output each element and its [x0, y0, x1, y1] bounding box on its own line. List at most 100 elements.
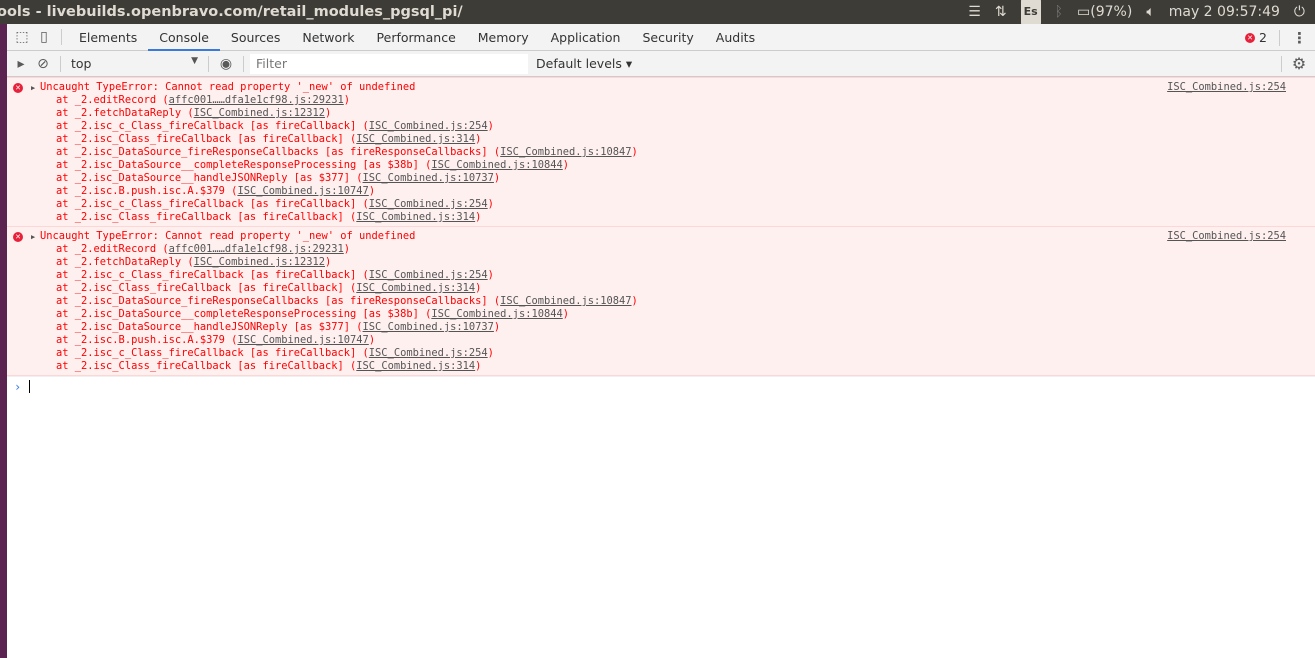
frame-text: at _2.isc_c_Class_fireCallback [as fireC… — [56, 120, 363, 132]
text-caret — [29, 380, 31, 393]
stack-frame: at _2.isc_Class_fireCallback [as fireCal… — [56, 133, 482, 145]
divider — [1279, 29, 1280, 46]
stack-frame: at _2.editRecord (affc001……dfa1e1cf98.js… — [56, 94, 351, 106]
frame-text: at _2.isc_DataSource__handleJSONReply [a… — [56, 172, 357, 184]
frame-link[interactable]: ISC_Combined.js:10737 — [363, 321, 494, 333]
battery-indicator[interactable]: ▭(97%) — [1077, 0, 1132, 24]
frame-text: at _2.editRecord — [56, 243, 163, 255]
dropdown-arrow-icon: ▼ — [191, 56, 198, 66]
clear-console-icon[interactable]: ⊘ — [32, 53, 54, 75]
window-title: ools - livebuilds.openbravo.com/retail_m… — [0, 4, 463, 20]
error-text: Uncaught TypeError: Cannot read property… — [40, 230, 416, 242]
frame-text: at _2.isc_Class_fireCallback [as fireCal… — [56, 211, 351, 223]
tab-application[interactable]: Application — [540, 24, 632, 51]
tab-console[interactable]: Console — [148, 24, 220, 51]
context-selector[interactable]: top ▼ — [67, 56, 202, 71]
power-icon[interactable]: ⏻ — [1294, 0, 1305, 24]
stack-frame: at _2.isc_c_Class_fireCallback [as fireC… — [56, 198, 494, 210]
frame-text: at _2.isc_Class_fireCallback [as fireCal… — [56, 133, 351, 145]
source-link[interactable]: ISC_Combined.js:254 — [1167, 81, 1286, 94]
frame-text: at _2.isc.B.push.isc.A.$379 — [56, 334, 232, 346]
frame-link[interactable]: ISC_Combined.js:12312 — [194, 107, 325, 119]
devtools-panel: ⬚ ▯ Elements Console Sources Network Perform… — [7, 24, 1315, 658]
frame-link[interactable]: ISC_Combined.js:10847 — [500, 295, 631, 307]
device-toolbar-icon[interactable]: ▯ — [33, 26, 55, 48]
frame-link[interactable]: ISC_Combined.js:254 — [369, 120, 488, 132]
expand-triangle-icon[interactable]: ▶ — [31, 82, 35, 95]
frame-link[interactable]: ISC_Combined.js:10747 — [237, 185, 368, 197]
launcher-edge — [0, 24, 7, 658]
frame-text: at _2.isc_c_Class_fireCallback [as fireC… — [56, 269, 363, 281]
frame-text: at _2.isc_DataSource_fireResponseCallbac… — [56, 295, 494, 307]
frame-link[interactable]: ISC_Combined.js:314 — [356, 133, 475, 145]
system-tray: ☰ ⇅ Es ᛒ ▭(97%) 🔈︎ may 2 09:57:49 ⏻ — [968, 0, 1305, 25]
frame-link[interactable]: affc001……dfa1e1cf98.js:29231 — [169, 94, 344, 106]
frame-text: at _2.fetchDataReply — [56, 107, 188, 119]
sidebar-toggle-icon[interactable]: ▸ — [10, 53, 32, 75]
frame-link[interactable]: ISC_Combined.js:10844 — [431, 308, 562, 320]
error-text: Uncaught TypeError: Cannot read property… — [40, 81, 416, 93]
stack-frame: at _2.editRecord (affc001……dfa1e1cf98.js… — [56, 243, 351, 255]
console-prompt[interactable]: › — [7, 376, 1315, 396]
prompt-chevron-icon: › — [14, 379, 22, 394]
frame-text: at _2.fetchDataReply — [56, 256, 188, 268]
live-expression-eye-icon[interactable]: ◉ — [215, 53, 237, 75]
frame-text: at _2.isc_c_Class_fireCallback [as fireC… — [56, 198, 363, 210]
more-options-icon[interactable]: ⋮ — [1292, 29, 1307, 47]
frame-link[interactable]: ISC_Combined.js:10844 — [431, 159, 562, 171]
log-levels-dropdown[interactable]: Default levels ▾ — [536, 56, 632, 71]
tab-performance[interactable]: Performance — [366, 24, 467, 51]
stack-frame: at _2.isc_c_Class_fireCallback [as fireC… — [56, 120, 494, 132]
frame-link[interactable]: ISC_Combined.js:10847 — [500, 146, 631, 158]
console-messages: ✕ ▶ ISC_Combined.js:254 Uncaught TypeError:… — [7, 77, 1315, 376]
tab-audits[interactable]: Audits — [705, 24, 766, 51]
stack-frame: at _2.isc.B.push.isc.A.$379 (ISC_Combine… — [56, 334, 376, 346]
clock[interactable]: may 2 09:57:49 — [1169, 0, 1280, 24]
error-icon: ✕ — [13, 83, 23, 93]
frame-link[interactable]: ISC_Combined.js:254 — [369, 198, 488, 210]
stack-frame: at _2.isc_Class_fireCallback [as fireCal… — [56, 282, 482, 294]
network-icon[interactable]: ⇅ — [995, 0, 1007, 24]
frame-link[interactable]: ISC_Combined.js:314 — [356, 360, 475, 372]
stack-frame: at _2.isc_DataSource__handleJSONReply [a… — [56, 321, 501, 333]
menu-list-icon[interactable]: ☰ — [968, 0, 981, 24]
stack-frame: at _2.isc_DataSource__completeResponsePr… — [56, 159, 569, 171]
tab-elements[interactable]: Elements — [68, 24, 148, 51]
bluetooth-icon[interactable]: ᛒ — [1055, 0, 1063, 24]
frame-text: at _2.isc_c_Class_fireCallback [as fireC… — [56, 347, 363, 359]
tab-memory[interactable]: Memory — [467, 24, 540, 51]
expand-triangle-icon[interactable]: ▶ — [31, 231, 35, 244]
stack-frame: at _2.isc_Class_fireCallback [as fireCal… — [56, 211, 482, 223]
tab-network[interactable]: Network — [291, 24, 365, 51]
frame-link[interactable]: ISC_Combined.js:254 — [369, 347, 488, 359]
tabs: Elements Console Sources Network Performance… — [68, 24, 766, 51]
inspect-element-icon[interactable]: ⬚ — [11, 26, 33, 48]
stack-frame: at _2.isc_c_Class_fireCallback [as fireC… — [56, 347, 494, 359]
tab-sources[interactable]: Sources — [220, 24, 291, 51]
frame-text: at _2.isc.B.push.isc.A.$379 — [56, 185, 232, 197]
error-icon: ✕ — [13, 232, 23, 242]
frame-link[interactable]: ISC_Combined.js:10747 — [237, 334, 368, 346]
settings-gear-icon[interactable]: ⚙ — [1288, 53, 1310, 75]
frame-link[interactable]: ISC_Combined.js:314 — [356, 211, 475, 223]
volume-icon[interactable]: 🔈︎ — [1146, 0, 1154, 24]
battery-icon: ▭ — [1077, 4, 1091, 20]
frame-link[interactable]: ISC_Combined.js:12312 — [194, 256, 325, 268]
frame-link[interactable]: ISC_Combined.js:314 — [356, 282, 475, 294]
stack-frame: at _2.isc_DataSource__handleJSONReply [a… — [56, 172, 501, 184]
error-counter[interactable]: ✕ 2 — [1245, 30, 1267, 45]
frame-text: at _2.isc_DataSource__completeResponsePr… — [56, 308, 426, 320]
frame-link[interactable]: ISC_Combined.js:10737 — [363, 172, 494, 184]
frame-text: at _2.isc_Class_fireCallback [as fireCal… — [56, 360, 351, 372]
divider — [243, 55, 244, 72]
frame-link[interactable]: ISC_Combined.js:254 — [369, 269, 488, 281]
frame-link[interactable]: affc001……dfa1e1cf98.js:29231 — [169, 243, 344, 255]
stack-frame: at _2.isc.B.push.isc.A.$379 (ISC_Combine… — [56, 185, 376, 197]
divider — [60, 55, 61, 72]
tab-security[interactable]: Security — [631, 24, 704, 51]
keyboard-layout-indicator[interactable]: Es — [1020, 0, 1041, 25]
divider — [208, 55, 209, 72]
filter-input[interactable] — [250, 53, 528, 74]
stack-frame: at _2.fetchDataReply (ISC_Combined.js:12… — [56, 107, 332, 119]
source-link[interactable]: ISC_Combined.js:254 — [1167, 230, 1286, 243]
